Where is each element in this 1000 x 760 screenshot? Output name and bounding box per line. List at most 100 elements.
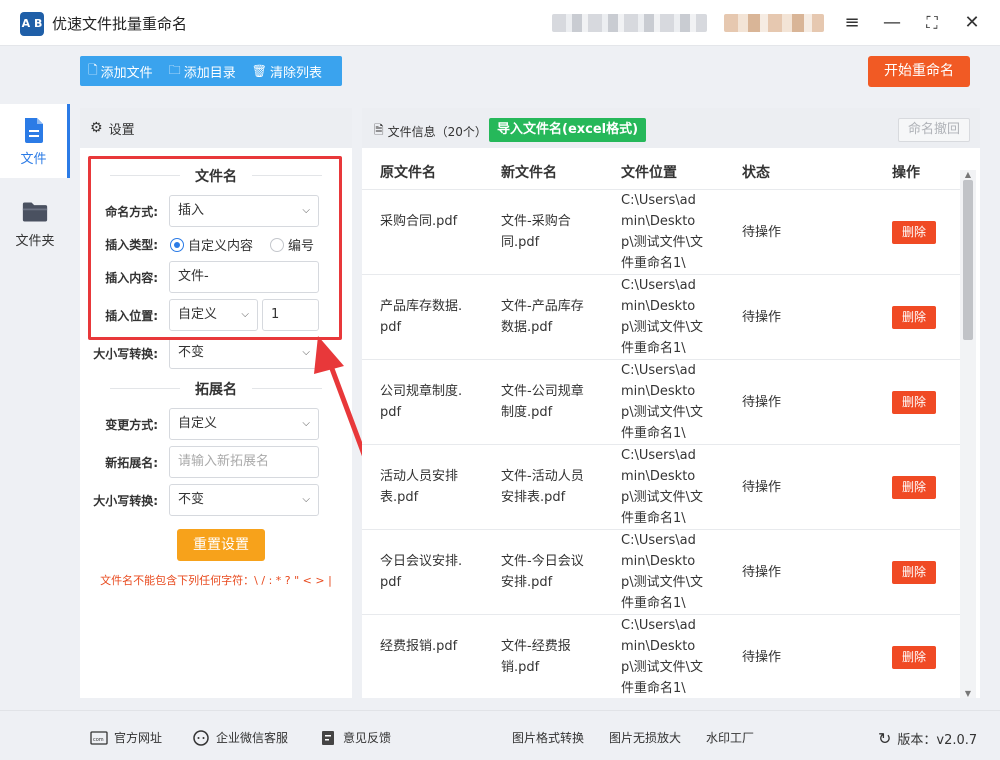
change-mode-row: 变更方式: 自定义 ⌵ bbox=[80, 408, 352, 440]
cell-status: 待操作 bbox=[742, 565, 782, 580]
trash-icon: 🗑 bbox=[251, 64, 267, 78]
close-icon[interactable]: ✕ bbox=[958, 9, 986, 37]
nav-item-file[interactable]: 文件 bbox=[0, 104, 70, 178]
wechat-support-label: 企业微信客服 bbox=[216, 731, 289, 745]
table-row: 活动人员安排表.pdf 文件-活动人员安排表.pdf C:\Users\admin\… bbox=[362, 445, 962, 530]
scroll-thumb[interactable] bbox=[963, 180, 973, 340]
img-upscale-link[interactable]: 图片无损放大 bbox=[609, 729, 681, 746]
settings-header: ⚙ 设置 bbox=[80, 108, 352, 148]
import-excel-button[interactable]: 导入文件名(excel格式) bbox=[489, 118, 647, 142]
cell-location: C:\Users\admin\Desktop\测试文件\文件重命名1\ bbox=[621, 618, 704, 696]
cell-location: C:\Users\admin\Desktop\测试文件\文件重命名1\ bbox=[621, 448, 704, 526]
cell-new-name: 文件-采购合同.pdf bbox=[501, 214, 571, 250]
document-icon: 🗎 bbox=[374, 123, 384, 137]
watermark-link[interactable]: 水印工厂 bbox=[706, 729, 754, 746]
start-rename-button[interactable]: 开始重命名 bbox=[868, 56, 970, 87]
delete-button[interactable]: 删除 bbox=[892, 561, 936, 584]
add-dir-button[interactable]: 🗀 添加目录 bbox=[161, 61, 244, 82]
ext-case-select[interactable]: 不变 ⌵ bbox=[169, 484, 319, 516]
cell-status: 待操作 bbox=[742, 395, 782, 410]
case-select[interactable]: 不变 ⌵ bbox=[169, 337, 319, 369]
cell-original-name: 采购合同.pdf bbox=[380, 214, 458, 229]
change-mode-select[interactable]: 自定义 ⌵ bbox=[169, 408, 319, 440]
left-nav: 文件 文件夹 bbox=[0, 46, 70, 710]
chevron-down-icon: ⌵ bbox=[302, 347, 310, 358]
case-label: 大小写转换: bbox=[93, 347, 158, 361]
table-row: 经费报销.pdf 文件-经费报销.pdf C:\Users\admin\Deskto… bbox=[362, 615, 962, 698]
delete-button[interactable]: 删除 bbox=[892, 391, 936, 414]
minimize-icon[interactable]: — bbox=[878, 9, 906, 37]
cell-location: C:\Users\admin\Desktop\测试文件\文件重命名1\ bbox=[621, 193, 704, 271]
file-panel-title: 🗎 文件信息（20个） bbox=[374, 121, 487, 142]
img-convert-link[interactable]: 图片格式转换 bbox=[512, 729, 584, 746]
file-table-scrollbar[interactable]: ▲ ▼ bbox=[960, 170, 976, 698]
wechat-support-link[interactable]: 企业微信客服 bbox=[192, 729, 288, 746]
refresh-icon: ↻ bbox=[878, 729, 892, 748]
cell-status: 待操作 bbox=[742, 650, 782, 665]
settings-title: 设置 bbox=[108, 122, 135, 138]
col-status: 状态 bbox=[742, 165, 770, 181]
cell-status: 待操作 bbox=[742, 480, 782, 495]
nav-label-file: 文件 bbox=[20, 152, 47, 167]
feedback-link[interactable]: 意见反馈 bbox=[319, 729, 391, 746]
table-header: 原文件名 新文件名 文件位置 状态 操作 bbox=[362, 152, 962, 190]
ext-section-title: 拓展名 bbox=[80, 379, 352, 399]
cell-new-name: 文件-产品库存数据.pdf bbox=[501, 299, 584, 335]
clear-list-button[interactable]: 🗑 清除列表 bbox=[244, 62, 330, 81]
filename-warning-text: 文件名不能包含下列任何字符：\ / : * ? " < > | bbox=[100, 574, 332, 587]
table-row: 公司规章制度.pdf 文件-公司规章制度.pdf C:\Users\admin\De… bbox=[362, 360, 962, 445]
version-info[interactable]: ↻ 版本：v2.0.7 bbox=[878, 729, 977, 748]
col-location: 文件位置 bbox=[621, 165, 677, 181]
table-row: 产品库存数据.pdf 文件-产品库存数据.pdf C:\Users\admin\De… bbox=[362, 275, 962, 360]
undo-rename-button[interactable]: 命名撤回 bbox=[898, 118, 970, 142]
website-label: 官方网址 bbox=[114, 731, 163, 745]
new-ext-label: 新拓展名: bbox=[105, 456, 158, 470]
file-count-title: 文件信息（20个） bbox=[387, 125, 487, 139]
delete-button[interactable]: 删除 bbox=[892, 221, 936, 244]
col-action: 操作 bbox=[892, 165, 920, 181]
add-file-label: 添加文件 bbox=[100, 65, 153, 81]
highlight-annotation-box bbox=[88, 156, 342, 340]
ext-case-row: 大小写转换: 不变 ⌵ bbox=[80, 484, 352, 516]
cell-location: C:\Users\admin\Desktop\测试文件\文件重命名1\ bbox=[621, 363, 704, 441]
file-icon bbox=[24, 118, 43, 143]
table-body: 采购合同.pdf 文件-采购合同.pdf C:\Users\admin\Deskto… bbox=[362, 190, 962, 698]
add-dir-label: 添加目录 bbox=[183, 65, 236, 81]
case-row: 大小写转换: 不变 ⌵ bbox=[80, 337, 352, 369]
blurred-avatar bbox=[724, 14, 824, 32]
feedback-label: 意见反馈 bbox=[343, 731, 392, 745]
delete-button[interactable]: 删除 bbox=[892, 646, 936, 669]
cell-new-name: 文件-今日会议安排.pdf bbox=[501, 554, 584, 590]
maximize-icon[interactable]: ⛶ bbox=[918, 9, 946, 37]
gear-icon: ⚙ bbox=[90, 120, 103, 136]
cell-status: 待操作 bbox=[742, 225, 782, 240]
cell-original-name: 今日会议安排.pdf bbox=[380, 554, 463, 590]
scroll-up-icon[interactable]: ▲ bbox=[962, 170, 974, 179]
title-bar: A B 优速文件批量重命名 ≡ — ⛶ ✕ bbox=[0, 0, 1000, 46]
blurred-account-info bbox=[552, 14, 707, 32]
new-ext-input[interactable]: 请输入新拓展名 bbox=[169, 446, 319, 478]
change-mode-label: 变更方式: bbox=[105, 418, 158, 432]
scroll-down-icon[interactable]: ▼ bbox=[962, 689, 974, 698]
app-title: 优速文件批量重命名 bbox=[52, 15, 188, 33]
menu-icon[interactable]: ≡ bbox=[838, 9, 866, 37]
table-row: 今日会议安排.pdf 文件-今日会议安排.pdf C:\Users\admin\De… bbox=[362, 530, 962, 615]
cell-new-name: 文件-公司规章制度.pdf bbox=[501, 384, 584, 420]
bottom-bar: com 官方网址 企业微信客服 意见反馈 图片格式转换 图片无损放大 水印工厂 … bbox=[0, 710, 1000, 760]
chat-bubble-icon bbox=[193, 729, 209, 746]
reset-settings-button[interactable]: 重置设置 bbox=[177, 529, 265, 561]
delete-button[interactable]: 删除 bbox=[892, 306, 936, 329]
case-value: 不变 bbox=[178, 345, 205, 360]
website-link[interactable]: com 官方网址 bbox=[90, 729, 162, 746]
cell-original-name: 公司规章制度.pdf bbox=[380, 384, 463, 420]
chevron-down-icon: ⌵ bbox=[302, 418, 310, 429]
version-label: 版本：v2.0.7 bbox=[897, 733, 978, 748]
svg-text:com: com bbox=[93, 737, 104, 743]
change-mode-value: 自定义 bbox=[178, 416, 218, 431]
cell-original-name: 经费报销.pdf bbox=[380, 639, 458, 654]
clear-list-label: 清除列表 bbox=[269, 65, 322, 81]
nav-item-folder[interactable]: 文件夹 bbox=[0, 186, 70, 260]
add-file-button[interactable]: 🗋 添加文件 bbox=[80, 61, 161, 82]
col-new-name: 新文件名 bbox=[501, 165, 557, 181]
delete-button[interactable]: 删除 bbox=[892, 476, 936, 499]
